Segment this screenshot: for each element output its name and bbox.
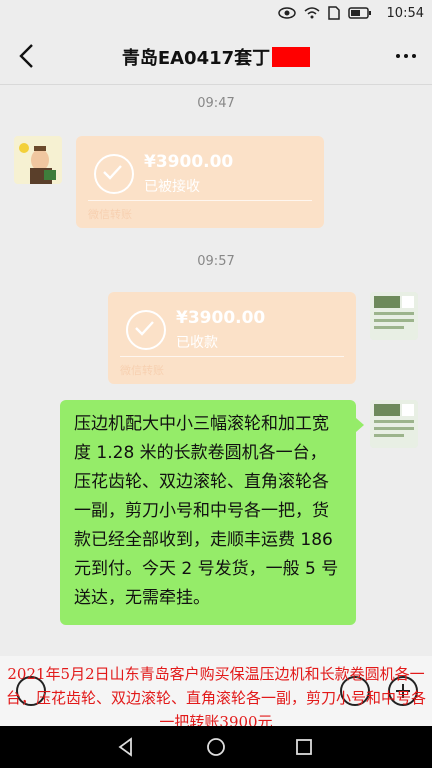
contact-avatar[interactable] [14, 136, 62, 184]
redaction-block [272, 47, 311, 67]
check-circle-icon [126, 310, 166, 350]
eye-icon [278, 7, 296, 19]
avatar-image [370, 292, 418, 340]
wifi-icon [304, 7, 320, 19]
divider [120, 356, 344, 357]
status-icons [278, 6, 372, 20]
bubble-tail [356, 418, 364, 432]
battery-icon [348, 7, 371, 19]
my-avatar[interactable] [370, 292, 418, 340]
transfer-status: 已被接收 [144, 179, 200, 195]
nav-recents-icon[interactable] [294, 737, 314, 757]
status-bar: 10:54 [0, 0, 432, 28]
timestamp: 09:47 [197, 96, 235, 111]
transfer-card[interactable]: ¥3900.00 已被接收 微信转账 [76, 136, 324, 228]
nav-home-icon[interactable] [206, 737, 226, 757]
caption-overlay: 2021年5月2日山东青岛客户购买保温压边机和长款卷圆机各一台，压花齿轮、双边滚… [5, 665, 426, 731]
text-message-bubble[interactable]: 压边机配大中小三幅滚轮和加工宽度 1.28 米的长款卷圆机各一台，压花齿轮、双边… [60, 400, 356, 625]
timestamp: 09:57 [197, 254, 235, 269]
transfer-card[interactable]: ¥3900.00 已收款 微信转账 [108, 292, 356, 384]
chat-title: 青岛EA0417套丁 [0, 44, 432, 70]
avatar-image [370, 400, 418, 448]
avatar-image [14, 136, 62, 184]
divider [88, 200, 312, 201]
check-circle-icon [94, 154, 134, 194]
transfer-amount: ¥3900.00 [144, 152, 234, 172]
more-options-icon[interactable] [396, 54, 416, 58]
clock: 10:54 [386, 6, 424, 21]
nav-back-icon[interactable] [116, 737, 136, 757]
chat-header: 青岛EA0417套丁 [0, 28, 432, 85]
transfer-source: 微信转账 [120, 364, 164, 377]
transfer-amount: ¥3900.00 [176, 308, 266, 328]
sim-icon [328, 6, 340, 20]
my-avatar[interactable] [370, 400, 418, 448]
contact-name: 青岛EA0417套丁 [121, 48, 271, 69]
transfer-status: 已收款 [176, 335, 218, 351]
system-nav-bar [0, 726, 432, 768]
transfer-source: 微信转账 [88, 208, 132, 221]
